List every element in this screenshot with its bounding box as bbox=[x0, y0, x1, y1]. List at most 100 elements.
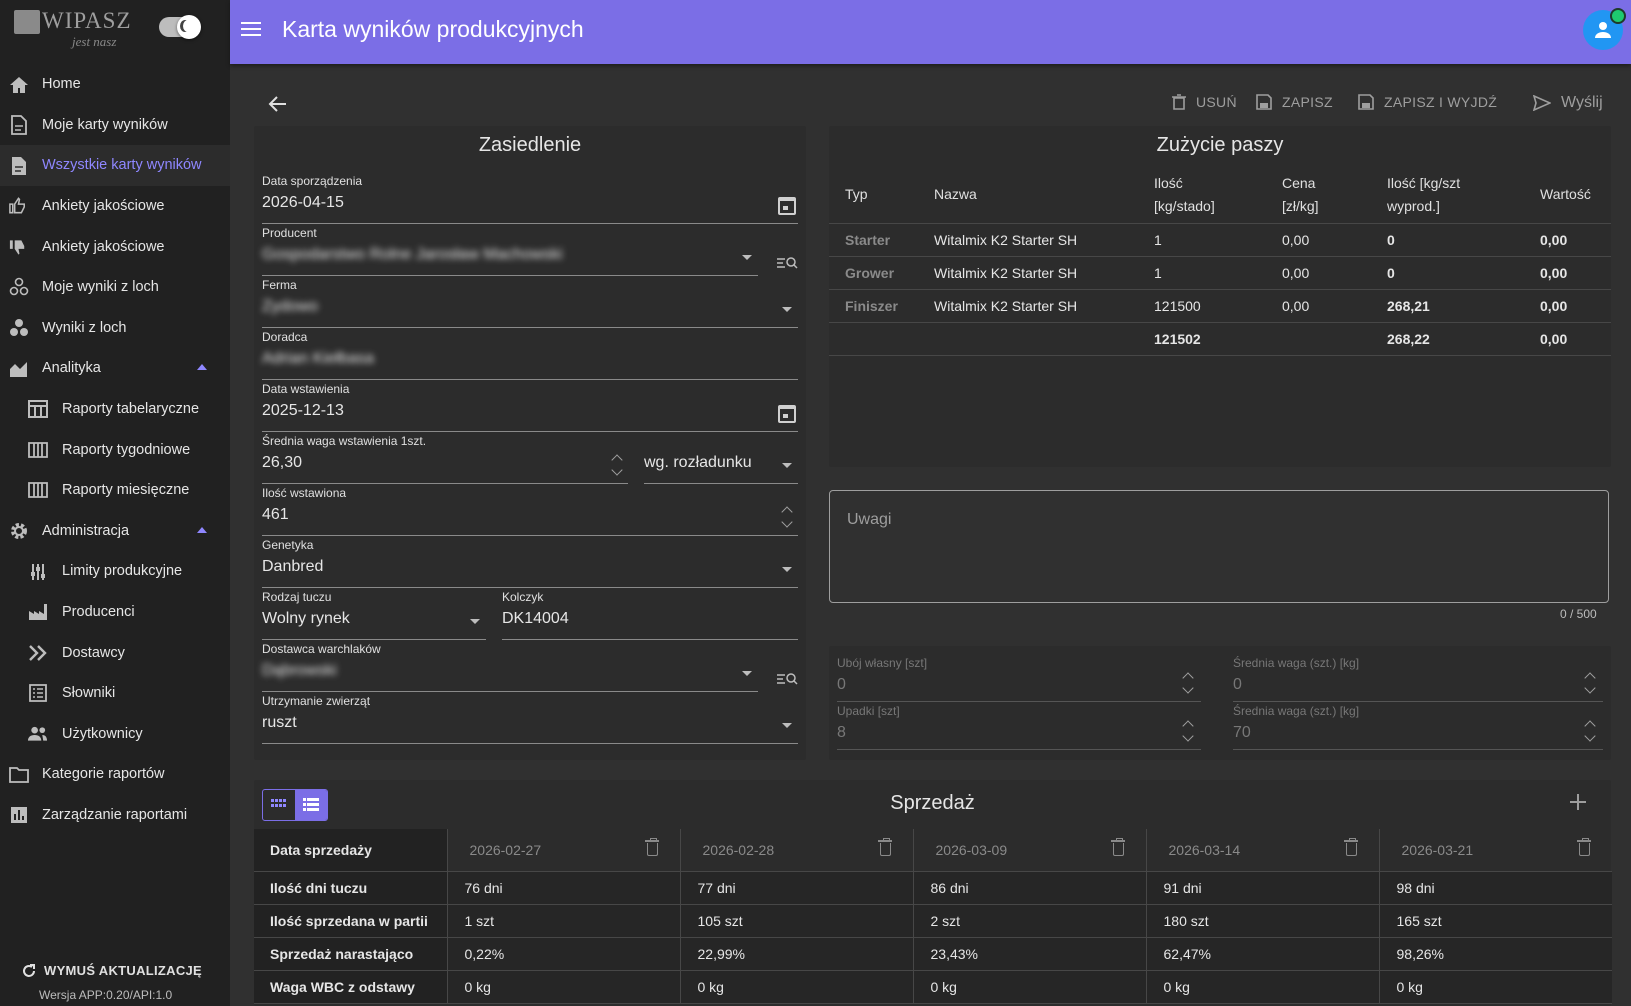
trash-icon[interactable] bbox=[1343, 838, 1358, 856]
date-field[interactable]: Data sporządzenia 2026-04-15 bbox=[262, 174, 798, 224]
save-button[interactable]: ZAPISZ bbox=[1256, 94, 1333, 110]
sale-cell[interactable]: 0 kg bbox=[912, 970, 1146, 1004]
number-stepper-icon[interactable] bbox=[782, 506, 792, 528]
sidebar-item-producers[interactable]: Producenci bbox=[0, 592, 230, 633]
notes-textarea[interactable]: Uwagi bbox=[829, 490, 1609, 603]
table-row: Waga WBC z odstawy 0 kg 0 kg 0 kg 0 kg 0… bbox=[254, 970, 1612, 1004]
sale-cell[interactable]: 105 szt bbox=[679, 904, 913, 938]
sale-cell[interactable]: 1 szt bbox=[446, 904, 680, 938]
search-list-icon[interactable] bbox=[776, 256, 798, 270]
force-update-button[interactable]: WYMUŚ AKTUALIZACJĘ bbox=[22, 963, 202, 978]
sidebar-item-my-cards[interactable]: Moje karty wyników bbox=[0, 105, 230, 146]
expand-less-icon[interactable] bbox=[197, 526, 207, 533]
expand-less-icon[interactable] bbox=[197, 364, 207, 371]
farm-select[interactable]: Ferma Zydowo bbox=[262, 278, 798, 328]
deaths-field[interactable]: Upadki [szt] 8 bbox=[837, 704, 1201, 750]
menu-icon[interactable] bbox=[241, 22, 261, 38]
sale-cell[interactable]: 0 kg bbox=[1378, 970, 1612, 1004]
chevron-down-icon bbox=[742, 671, 752, 676]
sidebar-item-users[interactable]: Użytkownicy bbox=[0, 714, 230, 755]
trash-icon[interactable] bbox=[644, 838, 659, 856]
trash-icon[interactable] bbox=[877, 838, 892, 856]
delete-label: USUŃ bbox=[1196, 94, 1237, 110]
save-exit-button[interactable]: ZAPISZ I WYJDŹ bbox=[1358, 94, 1497, 110]
deaths-weight-field[interactable]: Średnia waga (szt.) [kg] 70 bbox=[1233, 704, 1603, 750]
sidebar-item-table-reports[interactable]: Raporty tabelaryczne bbox=[0, 389, 230, 430]
sale-cell[interactable]: 22,99% bbox=[679, 937, 913, 971]
sale-cell[interactable]: 165 szt bbox=[1378, 904, 1612, 938]
advisor-field[interactable]: Doradca Adrian Kiełbasa bbox=[262, 330, 798, 380]
sale-cell[interactable]: 76 dni bbox=[446, 871, 680, 905]
search-list-icon[interactable] bbox=[776, 672, 798, 686]
number-stepper-icon[interactable] bbox=[1585, 672, 1595, 694]
avatar[interactable] bbox=[1583, 8, 1626, 50]
avg-weight-field[interactable]: Średnia waga wstawienia 1szt. 26,30 bbox=[262, 434, 628, 484]
producer-select[interactable]: Producent Gospodarstwo Rolne Jarosław Ma… bbox=[262, 226, 758, 276]
back-arrow-icon[interactable] bbox=[268, 94, 290, 114]
sidebar-item-administration[interactable]: Administracja bbox=[0, 511, 230, 552]
grid-view-button[interactable] bbox=[263, 790, 295, 820]
sales-table: Data sprzedaży 2026-02-27 2026-02-28 202… bbox=[254, 829, 1612, 1004]
sidebar-item-report-categories[interactable]: Kategorie raportów bbox=[0, 754, 230, 795]
sidebar-item-surveys-2[interactable]: Ankiety jakościowe bbox=[0, 226, 230, 267]
sale-cell[interactable]: 62,47% bbox=[1145, 937, 1379, 971]
add-sale-icon[interactable] bbox=[1570, 794, 1586, 810]
trash-icon[interactable] bbox=[1577, 838, 1591, 856]
own-weight-field[interactable]: Średnia waga (szt.) [kg] 0 bbox=[1233, 656, 1603, 702]
sale-cell[interactable]: 86 dni bbox=[912, 871, 1146, 905]
sale-cell[interactable]: 0 kg bbox=[446, 970, 680, 1004]
number-stepper-icon[interactable] bbox=[1183, 720, 1193, 742]
table-row: Starter Witalmix K2 Starter SH 1 0,00 0 … bbox=[829, 223, 1611, 257]
calendar-icon[interactable] bbox=[778, 405, 796, 423]
genetics-label: Genetyka bbox=[262, 538, 314, 552]
chevron-down-icon bbox=[782, 463, 792, 468]
list-view-button[interactable] bbox=[295, 790, 327, 820]
sale-cell[interactable]: 77 dni bbox=[679, 871, 913, 905]
feed-per-unit: 0 bbox=[1387, 256, 1540, 290]
sale-cell[interactable]: 23,43% bbox=[912, 937, 1146, 971]
qty-field[interactable]: Ilość wstawiona 461 bbox=[262, 486, 798, 536]
sidebar-item-sow-results[interactable]: Wyniki z loch bbox=[0, 308, 230, 349]
sidebar-item-monthly-reports[interactable]: Raporty miesięczne bbox=[0, 470, 230, 511]
tag-field[interactable]: Kolczyk DK14004 bbox=[502, 590, 798, 640]
sale-cell[interactable]: 2 szt bbox=[912, 904, 1146, 938]
sale-cell[interactable]: 0 kg bbox=[679, 970, 913, 1004]
sale-cell[interactable]: 0,22% bbox=[446, 937, 680, 971]
columns-icon bbox=[27, 439, 48, 460]
sidebar-item-dictionaries[interactable]: Słowniki bbox=[0, 673, 230, 714]
trash-icon[interactable] bbox=[1110, 838, 1125, 856]
sidebar-item-suppliers[interactable]: Dostawcy bbox=[0, 632, 230, 673]
genetics-select[interactable]: Genetyka Danbred bbox=[262, 538, 798, 588]
number-stepper-icon[interactable] bbox=[1585, 720, 1595, 742]
sale-cell[interactable]: 180 szt bbox=[1145, 904, 1379, 938]
logo[interactable]: WIPASZ jest nasz bbox=[12, 6, 137, 56]
sidebar-item-all-cards[interactable]: Wszystkie karty wyników bbox=[0, 145, 230, 186]
sale-cell[interactable]: 0 kg bbox=[1145, 970, 1379, 1004]
fattening-select[interactable]: Rodzaj tuczu Wolny rynek bbox=[262, 590, 486, 640]
sidebar-item-my-sow-results[interactable]: Moje wyniki z loch bbox=[0, 267, 230, 308]
sidebar-item-weekly-reports[interactable]: Raporty tygodniowe bbox=[0, 429, 230, 470]
sidebar-item-production-limits[interactable]: Limity produkcyjne bbox=[0, 551, 230, 592]
number-stepper-icon[interactable] bbox=[612, 454, 622, 476]
number-stepper-icon[interactable] bbox=[1183, 672, 1193, 694]
supplier-select[interactable]: Dostawca warchlaków Dąbrowski bbox=[262, 642, 758, 692]
insert-date-field[interactable]: Data wstawienia 2025-12-13 bbox=[262, 382, 798, 432]
sale-cell[interactable]: 91 dni bbox=[1145, 871, 1379, 905]
theme-toggle[interactable] bbox=[159, 15, 201, 39]
housing-select[interactable]: Utrzymanie zwierząt ruszt bbox=[262, 694, 798, 744]
sale-cell[interactable]: 98,26% bbox=[1378, 937, 1612, 971]
own-slaughter-field[interactable]: Ubój własny [szt] 0 bbox=[837, 656, 1201, 702]
delete-button[interactable]: USUŃ bbox=[1172, 94, 1237, 110]
send-label: Wyślij bbox=[1561, 94, 1603, 111]
feed-price: 0,00 bbox=[1282, 223, 1387, 257]
calendar-icon[interactable] bbox=[778, 197, 796, 215]
deaths-weight-value: 70 bbox=[1233, 724, 1251, 741]
sidebar-item-report-management[interactable]: Zarządzanie raportami bbox=[0, 795, 230, 836]
sidebar-item-home[interactable]: Home bbox=[0, 64, 230, 105]
feed-header-per-unit: Ilość [kg/szt wyprod.] bbox=[1387, 167, 1540, 224]
sale-cell[interactable]: 98 dni bbox=[1378, 871, 1612, 905]
weight-mode-select[interactable]: wg. rozładunku bbox=[644, 434, 798, 484]
sidebar-item-analytics[interactable]: Analityka bbox=[0, 348, 230, 389]
send-button[interactable]: Wyślij bbox=[1533, 94, 1603, 112]
sidebar-item-surveys[interactable]: Ankiety jakościowe bbox=[0, 186, 230, 227]
